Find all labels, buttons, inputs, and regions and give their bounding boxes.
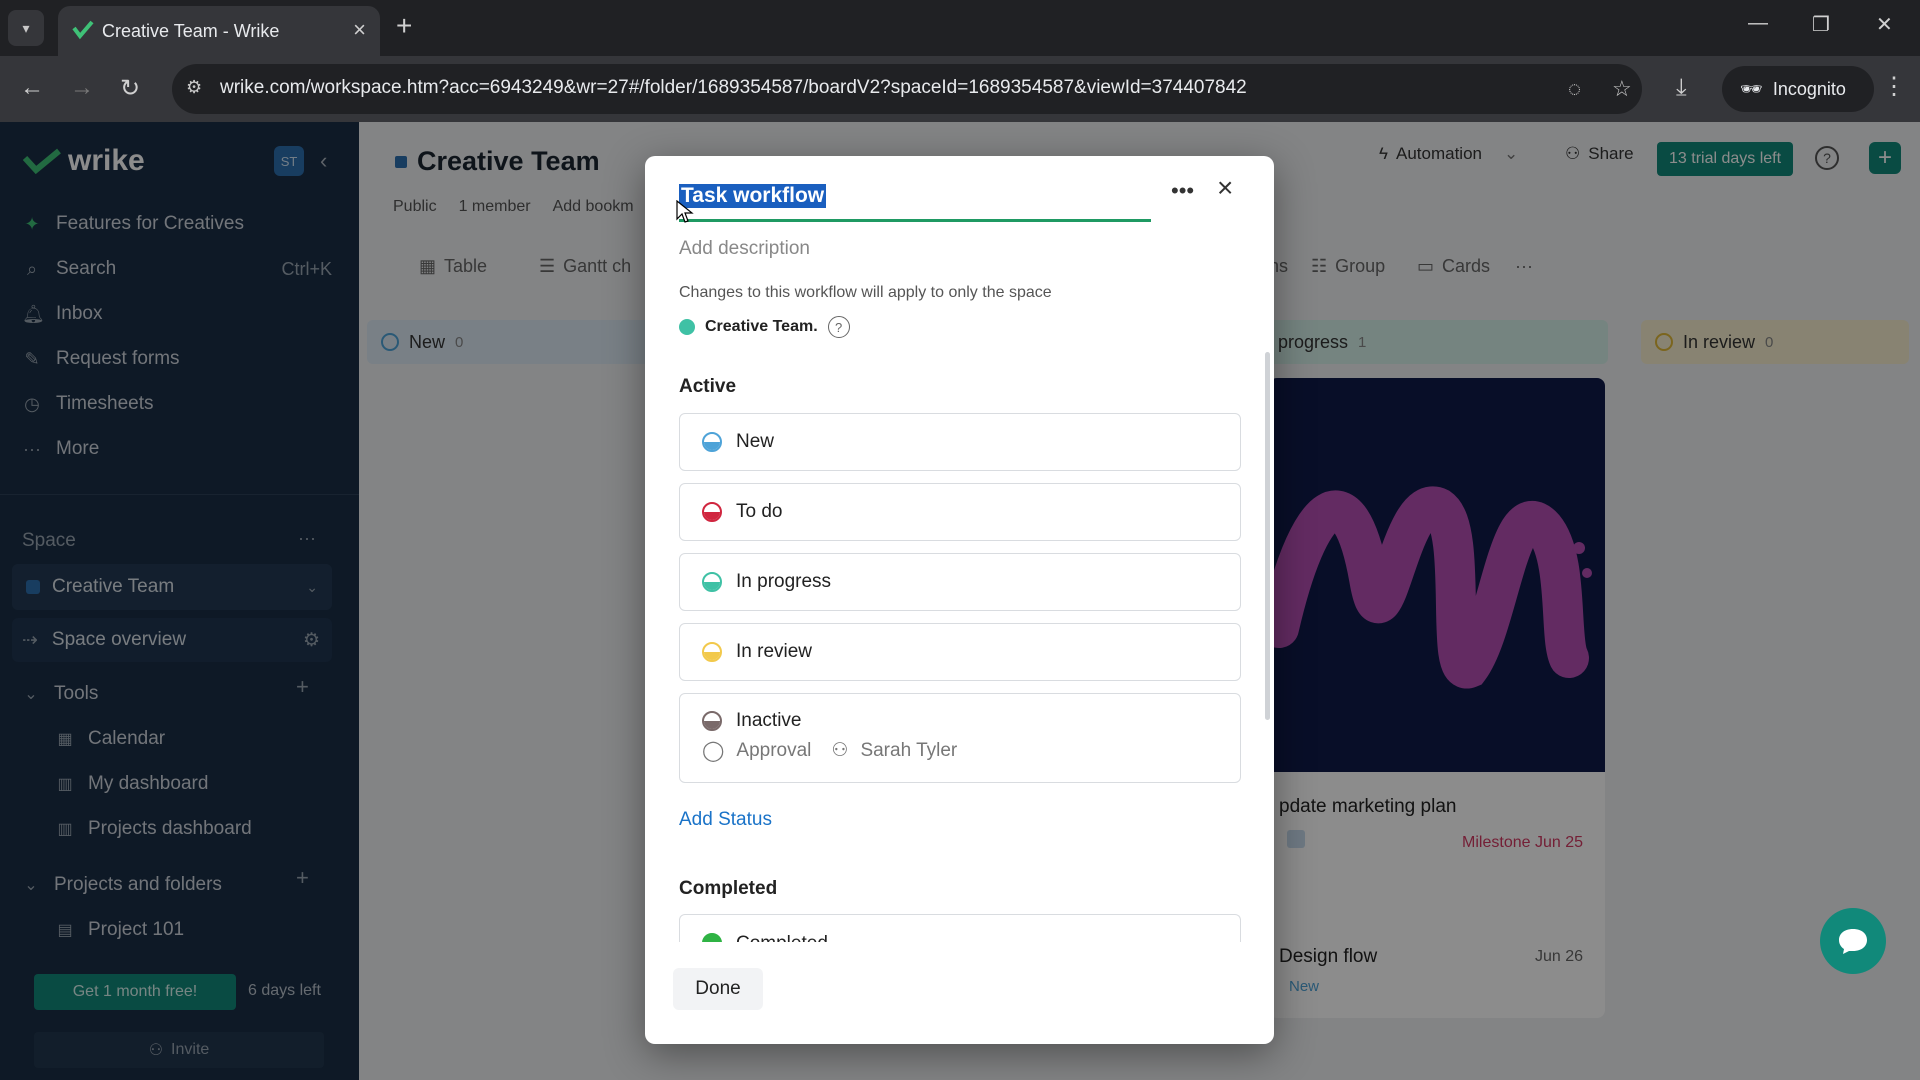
status-half-circle-icon — [702, 642, 722, 662]
status-row-completed[interactable]: Completed — [679, 914, 1241, 954]
space-scope: Creative Team. ? — [679, 316, 850, 338]
status-half-circle-icon — [702, 432, 722, 452]
forward-icon[interactable]: → — [70, 74, 94, 102]
status-name: New — [736, 431, 775, 452]
browser-tab-bar: ▾ Creative Team - Wrike × + — ❐ ✕ — [0, 0, 1920, 56]
add-status-link[interactable]: Add Status — [679, 809, 772, 831]
check-circle-icon: ◯ — [702, 740, 725, 762]
status-half-circle-icon — [702, 711, 722, 731]
close-icon[interactable]: × — [1217, 172, 1233, 204]
status-half-circle-icon — [702, 502, 722, 522]
incognito-icon: 🕶 — [1740, 78, 1763, 99]
wrike-favicon-icon — [72, 20, 94, 40]
download-icon[interactable]: ⤓ — [1676, 74, 1687, 102]
mouse-cursor-icon — [676, 200, 694, 223]
done-button[interactable]: Done — [673, 968, 763, 1010]
status-name: Inactive — [736, 710, 802, 731]
incognito-badge[interactable]: 🕶 Incognito — [1722, 66, 1874, 112]
person-icon: ⚇ — [831, 740, 849, 761]
back-icon[interactable]: ← — [20, 74, 44, 102]
star-icon[interactable]: ☆ — [1612, 76, 1632, 102]
chat-button[interactable] — [1820, 908, 1886, 974]
tab-search-button[interactable]: ▾ — [8, 10, 44, 46]
status-row-new[interactable]: New — [679, 413, 1241, 471]
assignee-name: Sarah Tyler — [860, 739, 958, 761]
workflow-title-field[interactable]: Task workflow — [679, 180, 1151, 222]
approval-label: Approval — [736, 739, 812, 761]
address-bar[interactable]: ⚙ wrike.com/workspace.htm?acc=6943249&wr… — [172, 64, 1642, 114]
workflow-modal: Task workflow ••• × Add description Chan… — [645, 156, 1274, 1044]
status-name: Completed — [736, 933, 828, 954]
active-group-label: Active — [679, 376, 737, 397]
tab-title: Creative Team - Wrike — [102, 21, 280, 41]
modal-scrollbar[interactable] — [1265, 352, 1270, 720]
space-name: Creative Team. — [705, 318, 818, 335]
browser-tab[interactable]: Creative Team - Wrike × — [58, 6, 380, 56]
status-row-to-do[interactable]: To do — [679, 483, 1241, 541]
new-tab-icon[interactable]: + — [396, 12, 412, 40]
status-full-circle-icon — [702, 933, 722, 942]
status-row-in-review[interactable]: In review — [679, 623, 1241, 681]
close-window-icon[interactable]: ✕ — [1876, 12, 1893, 37]
status-half-circle-icon — [702, 572, 722, 592]
completed-group-label: Completed — [679, 878, 778, 899]
status-name: In progress — [736, 571, 832, 592]
eye-off-icon[interactable]: ◌ — [1568, 76, 1581, 102]
address-bar-area: ← → ↻ ⚙ wrike.com/workspace.htm?acc=6943… — [0, 56, 1920, 122]
status-row-inactive[interactable]: Inactive ◯ Approval ⚇ Sarah Tyler — [679, 693, 1241, 783]
space-icon — [679, 319, 695, 335]
status-row-in-progress[interactable]: In progress — [679, 553, 1241, 611]
status-name: In review — [736, 641, 813, 662]
url-text[interactable]: wrike.com/workspace.htm?acc=6943249&wr=2… — [220, 77, 1247, 99]
help-icon[interactable]: ? — [827, 316, 850, 338]
close-tab-icon[interactable]: × — [353, 17, 366, 43]
status-name: To do — [736, 501, 783, 522]
browser-menu-icon[interactable]: ⋮ — [1882, 72, 1906, 101]
workflow-title-input[interactable]: Task workflow — [679, 184, 827, 208]
scope-note: Changes to this workflow will apply to o… — [679, 284, 1052, 301]
minimize-icon[interactable]: — — [1748, 12, 1768, 35]
add-description-field[interactable]: Add description — [679, 238, 810, 260]
restore-icon[interactable]: ❐ — [1812, 12, 1830, 37]
chat-icon — [1839, 929, 1867, 954]
incognito-label: Incognito — [1772, 78, 1846, 99]
reload-icon[interactable]: ↻ — [120, 74, 140, 103]
site-info-icon[interactable]: ⚙ — [186, 77, 202, 98]
more-options-icon[interactable]: ••• — [1171, 178, 1194, 204]
